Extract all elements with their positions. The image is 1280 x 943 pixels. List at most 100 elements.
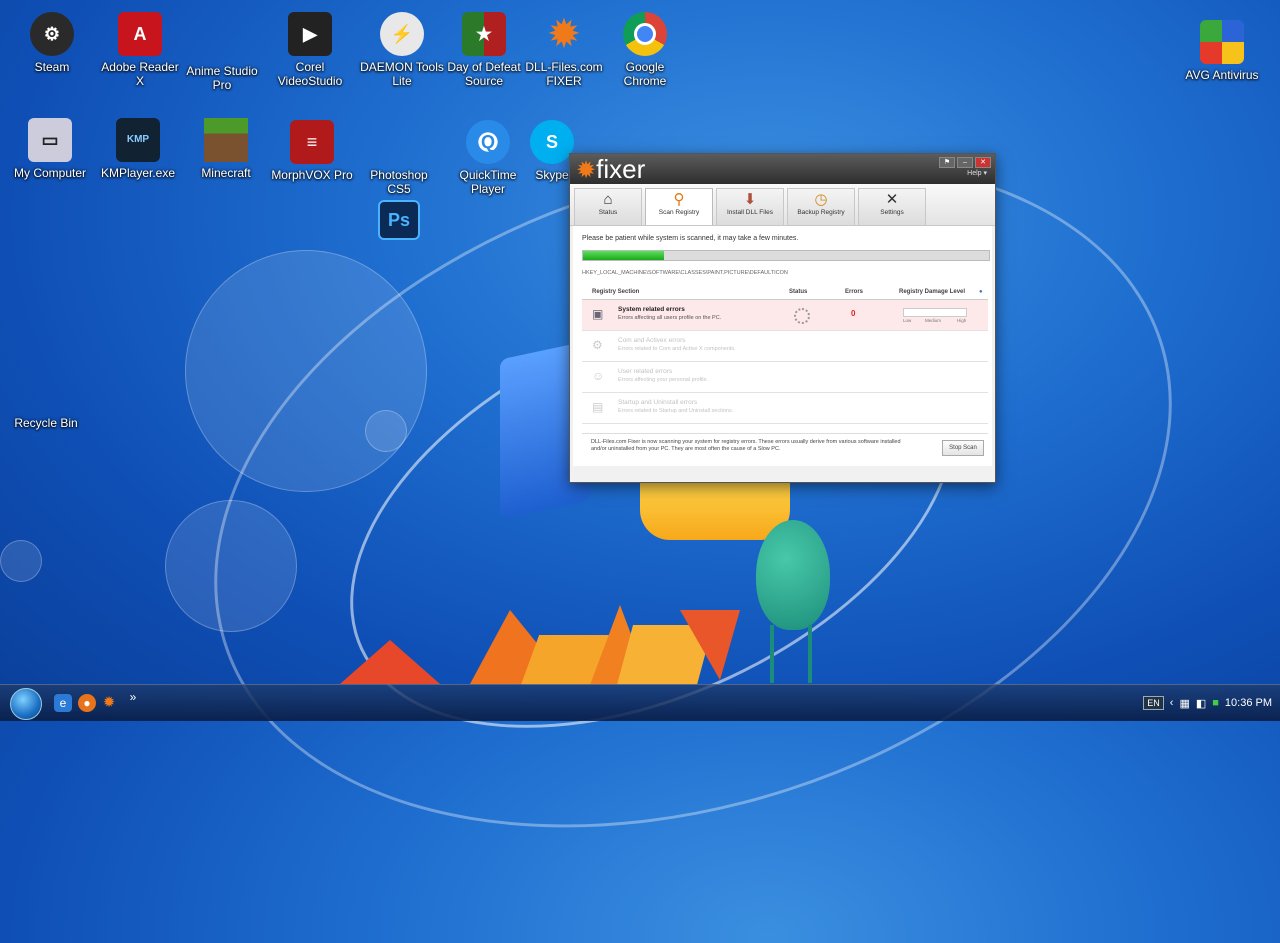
firefox-icon[interactable]: ● [78, 694, 96, 712]
desktop-icon-google-chrome[interactable]: Google Chrome [603, 12, 687, 88]
desktop-icon-label: Anime Studio Pro [186, 64, 258, 92]
desktop-icon-recycle-bin[interactable]: Recycle Bin [4, 416, 88, 430]
chevron-right-icon[interactable]: » [124, 688, 142, 706]
tab-scan-registry[interactable]: ⚲ Scan Registry [645, 188, 713, 225]
desktop-icon-label: AVG Antivirus [1185, 68, 1259, 82]
row-desc: Errors affecting your personal profile. [618, 377, 709, 383]
desktop-icon-morphvox[interactable]: ≡ MorphVOX Pro [270, 120, 354, 182]
desktop-icon-day-of-defeat[interactable]: ★ Day of Defeat Source [442, 12, 526, 88]
damage-label-low: Low [903, 318, 912, 323]
startup-icon: ▤ [592, 400, 604, 414]
daemon-tools-icon: ⚡ [380, 12, 424, 56]
row-desc: Errors affecting all users profile on th… [618, 315, 722, 321]
volume-icon[interactable]: ◧ [1196, 697, 1206, 710]
window-controls: ⚑ – ✕ [939, 157, 991, 168]
language-indicator[interactable]: EN [1143, 696, 1164, 710]
status-footer: DLL-Files.com Fixer is now scanning your… [582, 433, 988, 460]
dll-fixer-gear-icon: ✹ [548, 13, 580, 54]
row-desc: Errors related to Com and Active X compo… [618, 346, 736, 352]
desktop-icon-label: QuickTime Player [459, 168, 517, 196]
desktop-icon-label: Steam [34, 60, 70, 74]
footer-text: DLL-Files.com Fixer is now scanning your… [591, 439, 901, 452]
help-menu[interactable]: Help ▾ [967, 169, 987, 177]
tab-label: Backup Registry [797, 209, 845, 216]
download-icon: ⬇ [743, 191, 757, 208]
clock[interactable]: 10:36 PM [1225, 697, 1272, 709]
desktop-icon-label: Recycle Bin [14, 416, 78, 430]
photoshop-icon: Ps [378, 200, 420, 240]
tab-label: Scan Registry [658, 209, 700, 216]
error-count: 0 [851, 309, 856, 318]
tab-backup-registry[interactable]: ◷ Backup Registry [787, 188, 855, 225]
fixer-window: ✹fixer ⚑ – ✕ Help ▾ ⌂ Status ⚲ Scan Regi… [569, 153, 996, 483]
internet-explorer-icon[interactable]: e [54, 694, 72, 712]
tab-bar: ⌂ Status ⚲ Scan Registry ⬇ Install DLL F… [570, 184, 995, 226]
system-tray: EN ‹ ▦ ◧ ■ 10:36 PM [1143, 685, 1272, 721]
tray-expand-icon[interactable]: ‹ [1170, 697, 1174, 709]
table-row[interactable]: ☺ User related errors Errors affecting y… [582, 362, 988, 393]
fixer-gear-icon: ✹ [576, 157, 597, 184]
desktop-icon-label: Skype [535, 168, 569, 182]
app-logo: ✹fixer [576, 156, 645, 184]
desktop-icon-avg-antivirus[interactable]: AVG Antivirus [1180, 20, 1264, 82]
home-icon: ⌂ [603, 191, 613, 208]
desktop-icon-label: Corel VideoStudio [277, 60, 343, 88]
desktop-icon-steam[interactable]: ⚙ Steam [10, 12, 94, 74]
taskbar: e ● ✹ » EN ‹ ▦ ◧ ■ 10:36 PM [0, 684, 1280, 721]
desktop-icon-quicktime[interactable]: Q QuickTime Player [446, 120, 530, 196]
avg-tray-icon[interactable]: ■ [1212, 697, 1219, 709]
flag-icon[interactable]: ⚑ [939, 157, 955, 168]
users-icon: ☺ [592, 369, 605, 383]
desktop-icon-label: KMPlayer.exe [100, 166, 176, 180]
magnifier-icon: ⚲ [673, 191, 685, 208]
dll-fixer-taskbar-icon[interactable]: ✹ [100, 694, 118, 712]
desktop-icon-corel-videostudio[interactable]: ▶ Corel VideoStudio [268, 12, 352, 88]
corel-videostudio-icon: ▶ [288, 12, 332, 56]
tab-settings[interactable]: ✕ Settings [858, 188, 926, 225]
adobe-reader-icon: A [118, 12, 162, 56]
table-row[interactable]: ⚙ Com and Activex errors Errors related … [582, 331, 988, 362]
loading-spinner-icon [794, 308, 810, 324]
desktop-icon-label: Google Chrome [623, 60, 667, 88]
desktop-icon-label: DLL-Files.com FIXER [525, 60, 603, 88]
col-errors: Errors [845, 289, 864, 295]
avg-antivirus-icon [1200, 20, 1244, 64]
quicktime-icon: Q [466, 120, 510, 164]
tab-label: Status [598, 209, 618, 216]
tab-install-dll-files[interactable]: ⬇ Install DLL Files [716, 188, 784, 225]
desktop-icon-anime-studio[interactable]: Anime Studio Pro [180, 22, 264, 92]
stop-scan-button[interactable]: Stop Scan [942, 440, 984, 456]
table-row[interactable]: ▣ System related errors Errors affecting… [582, 300, 988, 331]
desktop-icon-photoshop[interactable]: Photoshop CS5 Ps [357, 168, 441, 244]
damage-label-medium: Medium [925, 318, 942, 323]
minimize-button[interactable]: – [957, 157, 973, 168]
desktop-icon-kmplayer[interactable]: KMP KMPlayer.exe [96, 118, 180, 180]
info-icon[interactable]: ● [979, 289, 983, 295]
tab-status[interactable]: ⌂ Status [574, 188, 642, 225]
current-registry-path: HKEY_LOCAL_MACHINE\SOFTWARE\CLASSES\PAIN… [582, 270, 788, 276]
desktop-icon-my-computer[interactable]: ▭ My Computer [8, 118, 92, 180]
close-button[interactable]: ✕ [975, 157, 991, 168]
system-errors-icon: ▣ [592, 307, 604, 321]
day-of-defeat-icon: ★ [462, 12, 506, 56]
desktop-icon-label: Photoshop CS5 [370, 168, 428, 196]
desktop-icon-minecraft[interactable]: Minecraft [184, 118, 268, 180]
row-name: System related errors [618, 306, 685, 313]
table-header: Registry Section Status Errors Registry … [582, 286, 988, 300]
row-name: Com and Activex errors [618, 337, 686, 344]
morphvox-icon: ≡ [290, 120, 334, 164]
scan-message: Please be patient while system is scanne… [582, 235, 799, 242]
table-row[interactable]: ▤ Startup and Uninstall errors Errors re… [582, 393, 988, 424]
desktop-icon-label: Minecraft [201, 166, 251, 180]
desktop-icon-dll-fixer[interactable]: ✹ DLL-Files.com FIXER [522, 12, 606, 89]
tools-icon: ✕ [885, 191, 899, 208]
desktop-icon-adobe-reader[interactable]: A Adobe Reader X [98, 12, 182, 88]
scan-progress-bar [582, 250, 990, 261]
window-titlebar[interactable]: ✹fixer ⚑ – ✕ Help ▾ [570, 154, 995, 184]
start-button[interactable] [10, 688, 42, 720]
app-name: fixer [596, 154, 646, 184]
desktop-icon-daemon-tools[interactable]: ⚡ DAEMON Tools Lite [360, 12, 444, 88]
col-status: Status [789, 289, 808, 295]
com-activex-icon: ⚙ [592, 338, 603, 352]
network-icon[interactable]: ▦ [1179, 697, 1189, 710]
